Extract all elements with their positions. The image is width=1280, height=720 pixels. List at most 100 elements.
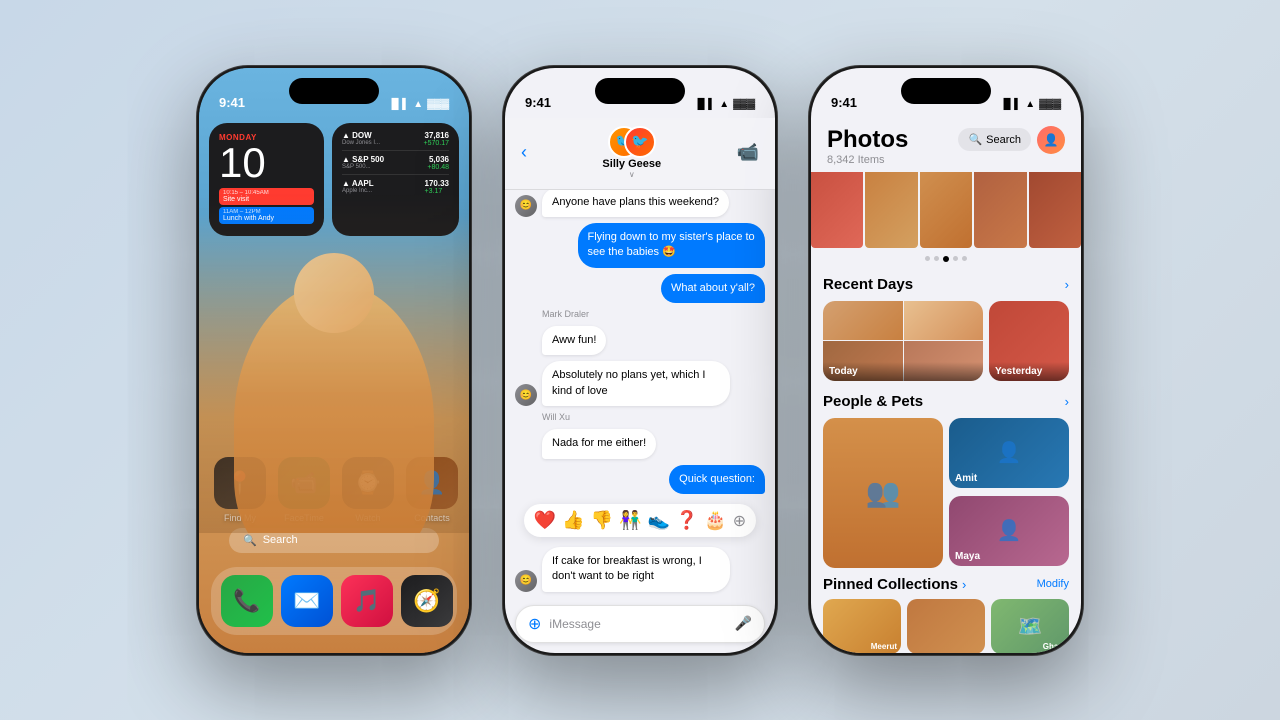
message-input-bar[interactable]: ⊕ iMessage 🎤 bbox=[515, 605, 765, 643]
phone-3-photos: 9:41 ▐▌▌ ▲ ▓▓▓ Photos 8,342 Items 🔍 Sear… bbox=[808, 65, 1084, 656]
dot-0 bbox=[925, 256, 930, 261]
photos-controls: 🔍 Search 👤 bbox=[958, 126, 1065, 154]
today-thumb-2 bbox=[904, 301, 984, 341]
signal-icon-1: ▐▌▌ bbox=[388, 99, 409, 110]
messages-header: ‹ 🐦 🐦 Silly Geese ∨ 📹 bbox=[505, 118, 775, 190]
video-call-button[interactable]: 📹 bbox=[737, 142, 759, 163]
msg-bubble-6: Nada for me either! bbox=[542, 429, 656, 458]
msg-avatar-5: 😊 bbox=[515, 384, 537, 406]
photos-user-avatar[interactable]: 👤 bbox=[1037, 126, 1065, 154]
dock-compass[interactable]: 🧭 bbox=[401, 575, 453, 627]
pinned-label-1: Meerut bbox=[871, 642, 897, 651]
message-input-placeholder[interactable]: iMessage bbox=[549, 617, 726, 631]
dynamic-island-3 bbox=[901, 78, 991, 104]
avatar-2: 🐦 bbox=[624, 126, 656, 158]
mic-icon[interactable]: 🎤 bbox=[735, 615, 752, 632]
today-label: Today bbox=[823, 362, 983, 381]
photos-search-button[interactable]: 🔍 Search bbox=[958, 128, 1031, 151]
people-pets-title: People & Pets bbox=[823, 393, 923, 410]
dynamic-island-1 bbox=[289, 78, 379, 104]
phone-1-home: 9:41 ▐▌▌ ▲ ▓▓▓ MONDAY 10 10:15 – 10:45AM… bbox=[196, 65, 472, 656]
yesterday-card[interactable]: Yesterday bbox=[989, 301, 1069, 381]
signal-icon-3: ▐▌▌ bbox=[1000, 99, 1021, 110]
search-label: Search bbox=[263, 534, 298, 546]
react-cake[interactable]: 🎂 bbox=[704, 510, 726, 531]
msg-bubble-8: If cake for breakfast is wrong, I don't … bbox=[542, 547, 730, 592]
msg-bubble-2: Flying down to my sister's place to see … bbox=[578, 223, 766, 268]
msg-6: Nada for me either! bbox=[515, 429, 765, 458]
today-thumb-1 bbox=[823, 301, 903, 341]
add-attachment-icon[interactable]: ⊕ bbox=[528, 614, 541, 634]
people-pets-arrow[interactable]: › bbox=[1065, 394, 1069, 409]
photos-hero-strip bbox=[811, 168, 1081, 248]
wifi-icon-2: ▲ bbox=[719, 99, 729, 110]
battery-icon-1: ▓▓▓ bbox=[427, 99, 449, 110]
dynamic-island-2 bbox=[595, 78, 685, 104]
photos-title: Photos bbox=[827, 126, 908, 154]
msg-bubble-4: Aww fun! bbox=[542, 326, 606, 355]
home-dock: 📞 ✉️ 🎵 🧭 bbox=[211, 567, 457, 635]
msg-8: 😊 If cake for breakfast is wrong, I don'… bbox=[515, 547, 765, 592]
msg-bubble-1: Anyone have plans this weekend? bbox=[542, 188, 729, 217]
emoji-reaction-bar[interactable]: ❤️ 👍 👎 👫 👟 ❓ 🎂 ⊕ bbox=[515, 502, 765, 539]
hero-photo-2 bbox=[865, 168, 917, 248]
pinned-card-3[interactable]: 🗺️ Gha... bbox=[991, 599, 1069, 653]
pinned-collections-header: Pinned Collections › Modify bbox=[823, 576, 1069, 593]
msg-avatar-8: 😊 bbox=[515, 570, 537, 592]
wallpaper-photo bbox=[199, 193, 469, 533]
react-thumbup[interactable]: 👍 bbox=[562, 510, 584, 531]
status-icons-3: ▐▌▌ ▲ ▓▓▓ bbox=[1000, 99, 1061, 110]
dock-phone[interactable]: 📞 bbox=[221, 575, 273, 627]
msg-bubble-3: What about y'all? bbox=[661, 274, 765, 303]
battery-icon-3: ▓▓▓ bbox=[1039, 99, 1061, 110]
recent-days-header: Recent Days › bbox=[823, 276, 1069, 293]
stock-sp500: ▲ S&P 500 S&P 500... 5,036 +80.48 bbox=[342, 155, 449, 175]
dock-mail[interactable]: ✉️ bbox=[281, 575, 333, 627]
react-people[interactable]: 👫 bbox=[619, 510, 641, 531]
dot-3 bbox=[953, 256, 958, 261]
pinned-title-row: Pinned Collections › bbox=[823, 576, 966, 593]
wifi-icon-1: ▲ bbox=[413, 99, 423, 110]
back-button[interactable]: ‹ bbox=[521, 142, 527, 163]
signal-icon-2: ▐▌▌ bbox=[694, 99, 715, 110]
react-more[interactable]: ⊕ bbox=[733, 511, 746, 531]
amit-name: Amit bbox=[955, 473, 977, 484]
pinned-title: Pinned Collections bbox=[823, 576, 958, 593]
recent-days-title: Recent Days bbox=[823, 276, 913, 293]
react-shoes[interactable]: 👟 bbox=[648, 510, 670, 531]
yesterday-label: Yesterday bbox=[989, 362, 1069, 381]
dock-music[interactable]: 🎵 bbox=[341, 575, 393, 627]
maya-name: Maya bbox=[955, 551, 980, 562]
msg-5: 😊 Absolutely no plans yet, which I kind … bbox=[515, 361, 765, 406]
pinned-card-1[interactable]: Meerut bbox=[823, 599, 901, 653]
recent-days-arrow[interactable]: › bbox=[1065, 277, 1069, 292]
react-question[interactable]: ❓ bbox=[676, 510, 698, 531]
photos-header: Photos 8,342 Items 🔍 Search 👤 bbox=[811, 118, 1081, 172]
search-label-photos: Search bbox=[986, 134, 1021, 146]
pinned-card-2[interactable] bbox=[907, 599, 985, 653]
react-heart[interactable]: ❤️ bbox=[534, 510, 556, 531]
msg-1: 😊 Anyone have plans this weekend? bbox=[515, 188, 765, 217]
wifi-icon-3: ▲ bbox=[1025, 99, 1035, 110]
people-card-group[interactable]: 👥 bbox=[823, 418, 943, 568]
pinned-row: Meerut 🗺️ Gha... bbox=[823, 599, 1069, 653]
msg-4: Aww fun! bbox=[515, 326, 765, 355]
msg-2: Flying down to my sister's place to see … bbox=[515, 223, 765, 268]
status-icons-1: ▐▌▌ ▲ ▓▓▓ bbox=[388, 99, 449, 110]
group-name: Silly Geese bbox=[602, 158, 661, 170]
today-card[interactable]: Today bbox=[823, 301, 983, 381]
people-card-amit[interactable]: 👤 Amit bbox=[949, 418, 1069, 488]
people-grid: 👥 👤 Amit 👤 Maya bbox=[823, 418, 1069, 568]
pinned-modify-button[interactable]: Modify bbox=[1037, 578, 1069, 590]
pinned-arrow[interactable]: › bbox=[962, 577, 966, 592]
react-thumbdown[interactable]: 👎 bbox=[591, 510, 613, 531]
phone-2-messages: 9:41 ▐▌▌ ▲ ▓▓▓ ‹ 🐦 🐦 Silly Geese ∨ 📹 bbox=[502, 65, 778, 656]
group-info[interactable]: 🐦 🐦 Silly Geese ∨ bbox=[602, 126, 661, 179]
photos-title-group: Photos 8,342 Items bbox=[827, 126, 908, 166]
sender-will: Will Xu bbox=[542, 412, 765, 422]
people-card-maya[interactable]: 👤 Maya bbox=[949, 496, 1069, 566]
hero-photo-1 bbox=[811, 168, 863, 248]
msg-3: What about y'all? bbox=[515, 274, 765, 303]
hero-photo-5 bbox=[1029, 168, 1081, 248]
pinned-label-3: Gha... bbox=[1043, 642, 1065, 651]
